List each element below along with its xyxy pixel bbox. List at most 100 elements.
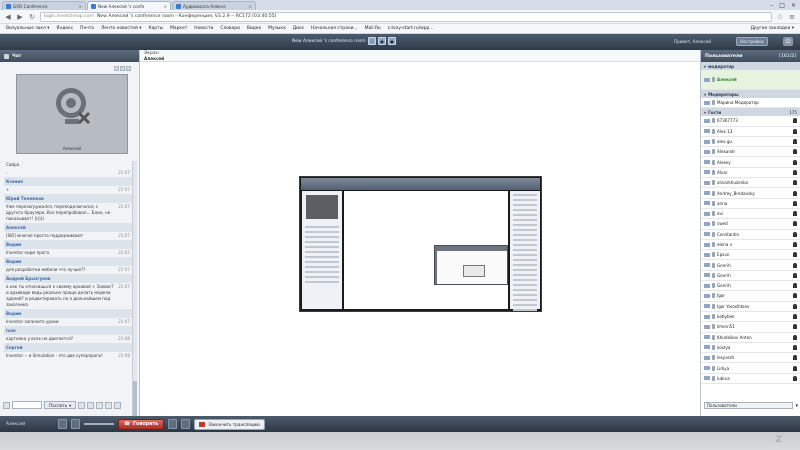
user-row[interactable]: Igor (701, 291, 800, 302)
bookmark-item[interactable]: Музыка (268, 26, 286, 31)
user-row[interactable]: Alexey (701, 157, 800, 168)
reload-icon[interactable]: ↻ (28, 13, 36, 21)
bookmark-item[interactable]: Лента новостей ▾ (101, 26, 141, 31)
mute-icon[interactable] (71, 419, 80, 429)
forward-icon[interactable]: ▶ (16, 13, 24, 21)
browser-tab-2[interactable]: Аудиокасса Алексе × (172, 1, 256, 10)
exit-icon[interactable]: ⏻ (783, 37, 793, 46)
user-row[interactable]: Epsun (701, 250, 800, 261)
send-button[interactable]: Послать ▾ (44, 401, 77, 409)
bookmark-item[interactable]: Карты (148, 26, 163, 31)
save-icon[interactable] (105, 401, 113, 409)
close-icon[interactable]: × (78, 4, 82, 9)
clear-icon[interactable] (96, 401, 104, 409)
bookmark-item[interactable]: Видео (247, 26, 261, 31)
user-row[interactable]: lubrus (701, 374, 800, 385)
video-minimize-icon[interactable] (120, 66, 125, 71)
url-field[interactable]: login.meetcheap.com New Алексей 's confe… (40, 11, 772, 22)
user-row[interactable]: anna (701, 199, 800, 209)
chat-input[interactable] (12, 401, 42, 409)
lock-icon[interactable]: ▣ (378, 37, 386, 45)
user-row[interactable]: Alvar (701, 168, 800, 179)
user-row[interactable]: Genrih (701, 281, 800, 292)
minimize-icon[interactable]: – (770, 2, 773, 9)
user-row[interactable]: Constantin (701, 230, 800, 240)
user-row[interactable]: cwed (701, 219, 800, 230)
link-icon[interactable] (78, 401, 86, 409)
back-icon[interactable]: ◀ (4, 13, 12, 21)
shared-screen-view[interactable] (299, 176, 542, 312)
user-row[interactable]: Andrey_Bredavsky (701, 188, 800, 199)
record-icon[interactable]: ● (388, 37, 396, 45)
user-row[interactable]: 67367773 (701, 116, 800, 127)
user-row[interactable]: Genrih (701, 260, 800, 271)
user-row[interactable]: kostya (701, 343, 800, 354)
bookmark-item[interactable]: Визуальные закл ▾ (6, 26, 49, 31)
video-settings-icon[interactable] (114, 66, 119, 71)
print-icon[interactable] (114, 401, 122, 409)
other-bookmarks[interactable]: Другие закладки ▾ (751, 26, 794, 31)
bookmark-item[interactable]: Диск (293, 26, 304, 31)
close-icon[interactable]: × (248, 4, 252, 9)
user-row[interactable]: Alex 13 (701, 127, 800, 137)
bookmark-item[interactable]: Mail.Ru (365, 26, 381, 31)
person-icon (793, 365, 797, 371)
talk-label: Говорить (132, 421, 159, 427)
browser-tab-1[interactable]: New Алексей 's confe × (87, 1, 171, 10)
bookmark-item[interactable]: Начальная страни... (311, 26, 358, 31)
user-row[interactable]: Alexandr (701, 147, 800, 158)
user-name: alviarkhuzenko (717, 180, 748, 186)
talk-button[interactable]: ☎ Говорить (118, 418, 165, 430)
flag-icon (704, 170, 710, 175)
close-icon[interactable]: × (163, 4, 167, 9)
menu-icon[interactable]: ≡ (788, 13, 796, 21)
video-close-icon[interactable] (126, 66, 131, 71)
user-row[interactable]: alviarkhuzenko (701, 178, 800, 189)
bookmark-item[interactable]: Яндекс (56, 26, 73, 31)
group-mods-header[interactable]: ▾ Модераторы (701, 90, 800, 98)
user-row[interactable]: avi (701, 209, 800, 220)
star-icon[interactable]: ☆ (776, 13, 784, 21)
group-moderator-header[interactable]: ▾ модератор (701, 62, 800, 70)
message-author: Алексей (6, 224, 26, 230)
user-name: kostya (717, 344, 731, 350)
settings-button[interactable]: Настройки (736, 37, 768, 46)
group-guests-header[interactable]: ▾ Гости 175 (701, 108, 800, 117)
user-row[interactable]: Igor Yaroslhtsev (701, 302, 800, 312)
user-row[interactable]: khenn51 (701, 322, 800, 333)
webcam-video: Алексей (16, 74, 128, 154)
flag-icon (704, 283, 710, 288)
bookmark-item[interactable]: Почта (80, 26, 94, 31)
user-row-me[interactable]: Алексей (701, 70, 800, 90)
emoticon-icon[interactable] (3, 401, 10, 409)
user-row[interactable]: Марина Модератор (701, 98, 800, 109)
color-icon[interactable] (87, 401, 95, 409)
users-filter-select[interactable]: Пользователи (704, 402, 794, 409)
person-icon (793, 118, 797, 124)
guest-list: 67367773 Alex 13 alex gu Alexandr Alexey Alva… (701, 116, 800, 385)
bookmark-item[interactable]: Маркет (170, 26, 187, 31)
mic-icon[interactable] (58, 419, 67, 429)
browser-tab-0[interactable]: GVO Conference × (2, 1, 86, 10)
flag-icon (704, 129, 710, 134)
flag-icon (704, 191, 710, 196)
bookmark-item[interactable]: Новости (194, 26, 213, 31)
maximize-icon[interactable]: □ (779, 2, 785, 9)
record-icon[interactable] (168, 419, 178, 429)
user-row[interactable]: elena v (701, 240, 800, 251)
bookmark-item[interactable]: Словари (220, 26, 239, 31)
user-row[interactable]: katlybek (701, 312, 800, 323)
user-row[interactable]: lesyarsh (701, 353, 800, 364)
user-row[interactable]: Khudaikov Anton (701, 333, 800, 343)
bookmark-item[interactable]: s.tvoy-start.ru/wpp... (388, 26, 434, 31)
volume-slider[interactable] (84, 423, 114, 425)
screen-presenter: Алексей (144, 56, 165, 61)
end-broadcast-button[interactable]: Закончить трансляцию (194, 418, 265, 430)
chevron-down-icon[interactable]: ▾ (795, 403, 798, 409)
fullscreen-icon[interactable] (181, 419, 191, 429)
user-row[interactable]: Genrih (701, 271, 800, 282)
close-window-icon[interactable]: × (791, 2, 796, 9)
info-icon[interactable]: i (368, 37, 376, 45)
user-row[interactable]: Lidiya (701, 363, 800, 374)
user-row[interactable]: alex gu (701, 137, 800, 148)
